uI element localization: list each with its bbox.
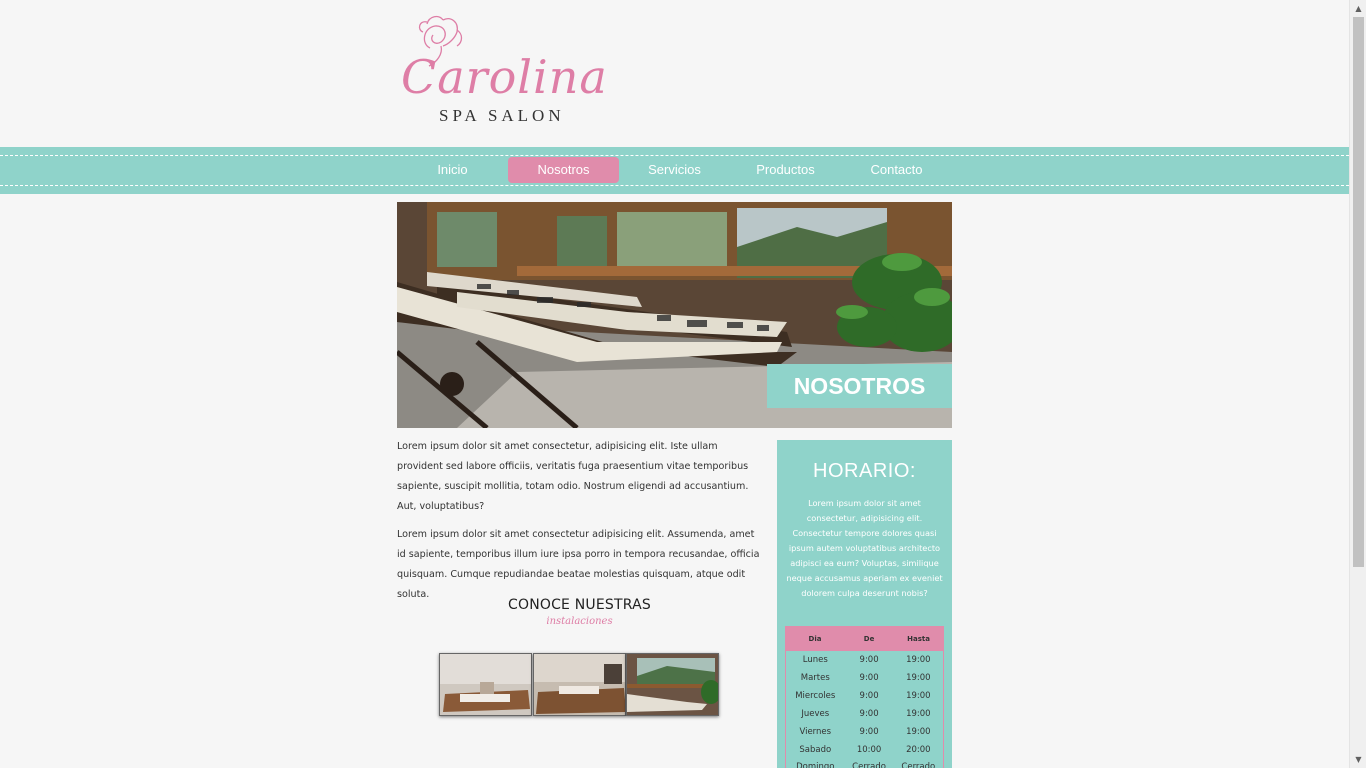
cell-to: 19:00	[906, 708, 931, 719]
facilities-heading: CONOCE NUESTRAS	[508, 597, 651, 613]
page-scrollbar[interactable]: ▲ ▼	[1349, 0, 1366, 768]
gallery-photo-3	[627, 654, 718, 715]
scroll-thumb[interactable]	[1353, 17, 1364, 567]
hours-sidebar: HORARIO: Lorem ipsum dolor sit amet cons…	[777, 440, 952, 768]
nav-border-bottom	[0, 185, 1349, 186]
gallery-thumb-1[interactable]	[439, 653, 532, 716]
nav-item-contacto[interactable]: Contacto	[841, 157, 952, 183]
table-row: Jueves 9:00 19:00	[786, 705, 944, 723]
logo-subtitle: SPA SALON	[439, 106, 565, 125]
cell-to: 19:00	[906, 672, 931, 683]
nav-item-nosotros[interactable]: Nosotros	[508, 157, 619, 183]
cell-day: Domingo	[796, 762, 835, 768]
cell-from: 9:00	[859, 708, 879, 719]
cell-to: 20:00	[906, 744, 931, 755]
cell-day: Lunes	[802, 654, 828, 665]
table-row: Martes 9:00 19:00	[786, 669, 944, 687]
header-de: De	[844, 626, 895, 651]
cell-from: 9:00	[859, 690, 879, 701]
hours-table: Dia De Hasta Lunes 9:00 19:00 Martes 9:0…	[784, 626, 944, 768]
cell-from: 10:00	[856, 744, 882, 755]
hours-description: Lorem ipsum dolor sit amet consectetur, …	[786, 498, 943, 598]
gallery-photo-2	[534, 654, 625, 715]
main-nav: Inicio Nosotros Servicios Productos Cont…	[0, 147, 1349, 194]
cell-day: Miercoles	[795, 690, 836, 701]
hours-title: HORARIO:	[813, 460, 916, 482]
gallery-thumb-2[interactable]	[533, 653, 626, 716]
gallery-photo-1	[440, 654, 531, 715]
cell-to: 19:00	[906, 726, 931, 737]
facilities-gallery	[439, 653, 720, 716]
cell-day: Martes	[800, 672, 830, 683]
facilities-subheading: instalaciones	[546, 616, 613, 627]
table-row: Viernes 9:00 19:00	[786, 723, 944, 741]
nav-item-inicio[interactable]: Inicio	[397, 157, 508, 183]
cell-from: 9:00	[859, 672, 879, 683]
header-hasta: Hasta	[893, 626, 944, 651]
gallery-thumb-3[interactable]	[626, 653, 719, 716]
cell-day: Viernes	[799, 726, 832, 737]
hours-header-row: Dia De Hasta	[784, 626, 944, 651]
cell-to: Cerrado	[901, 762, 936, 768]
site-logo[interactable]: Carolina SPA SALON	[397, 10, 607, 130]
table-row: Domingo Cerrado Cerrado	[786, 759, 944, 768]
cell-day: Sabado	[799, 744, 832, 755]
intro-paragraph-1: Lorem ipsum dolor sit amet consectetur, …	[397, 441, 749, 512]
cell-day: Jueves	[801, 708, 830, 719]
table-row: Sabado 10:00 20:00	[786, 741, 944, 759]
cell-from: 9:00	[859, 654, 879, 665]
hero-title: NOSOTROS	[767, 364, 952, 408]
logo-name: Carolina	[401, 50, 608, 104]
cell-from: Cerrado	[852, 762, 886, 768]
cell-from: 9:00	[859, 726, 879, 737]
table-row: Miercoles 9:00 19:00	[786, 687, 944, 705]
scroll-up-icon[interactable]: ▲	[1350, 0, 1366, 17]
header-dia: Dia	[784, 626, 846, 651]
scroll-down-icon[interactable]: ▼	[1350, 751, 1366, 768]
nav-item-productos[interactable]: Productos	[730, 157, 841, 183]
cell-to: 19:00	[906, 654, 931, 665]
intro-paragraph-2: Lorem ipsum dolor sit amet consectetur a…	[397, 529, 760, 600]
nav-border-top	[0, 155, 1349, 156]
hero-image: NOSOTROS	[397, 202, 952, 428]
cell-to: 19:00	[906, 690, 931, 701]
table-row: Lunes 9:00 19:00	[786, 651, 944, 669]
nav-item-servicios[interactable]: Servicios	[619, 157, 730, 183]
